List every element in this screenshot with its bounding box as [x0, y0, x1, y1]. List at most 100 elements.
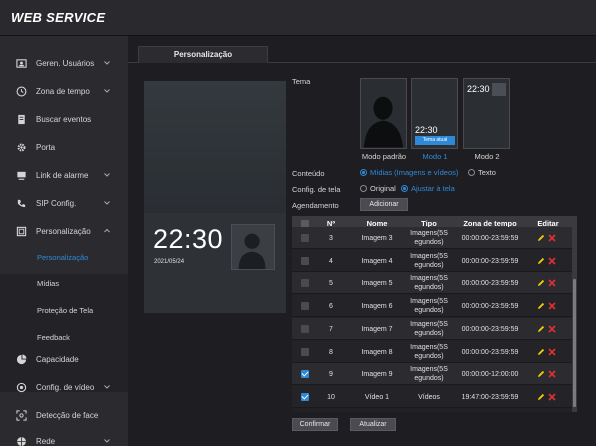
cell-time-zone: 00:00:00-23:59:59: [461, 280, 519, 288]
table-scrollbar[interactable]: [572, 231, 577, 412]
table-row[interactable]: 8 Imagem 8 Imagens(5S egundos) 00:00:00-23:…: [292, 340, 572, 363]
sidebar-item-capacity[interactable]: Capacidade: [0, 346, 128, 372]
edit-pencil-icon[interactable]: [537, 370, 545, 378]
submenu-feedback[interactable]: Feedback: [0, 326, 128, 348]
row-checkbox[interactable]: [301, 324, 309, 333]
delete-icon[interactable]: [548, 302, 556, 310]
frame-icon: [14, 224, 28, 238]
sidebar-item-search-events[interactable]: Buscar eventos: [0, 106, 128, 132]
row-checkbox[interactable]: [301, 279, 309, 288]
user-card-icon: [14, 56, 28, 70]
chevron-down-icon: [104, 385, 110, 389]
confirm-button[interactable]: Confirmar: [292, 418, 338, 431]
camera-icon: [14, 380, 28, 394]
cell-type: Imagens(5S egundos): [410, 366, 448, 383]
cell-number: 5: [329, 280, 333, 288]
network-icon: [14, 434, 28, 446]
cell-number: 8: [329, 348, 333, 356]
theme-mode2-label: Modo 2: [474, 152, 500, 161]
face-scan-icon: [14, 408, 28, 422]
edit-pencil-icon[interactable]: [537, 279, 545, 287]
edit-pencil-icon[interactable]: [537, 393, 545, 401]
table-row[interactable]: 5 Imagem 5 Imagens(5S egundos) 00:00:00-23:…: [292, 272, 572, 295]
submenu-personalization[interactable]: Personalização: [0, 246, 128, 268]
edit-pencil-icon[interactable]: [537, 234, 545, 242]
sidebar-item-time-zone[interactable]: Zona de tempo: [0, 78, 128, 104]
sidebar-item-sip-config[interactable]: SIP Config.: [0, 190, 128, 216]
schedule-table: Nº Nome Tipo Zona de tempo Editar 3 Image…: [292, 216, 577, 412]
tab-personalization[interactable]: Personalização: [138, 46, 268, 63]
radio-unselected-icon: [468, 169, 475, 176]
cell-type: Imagens(5S egundos): [410, 230, 448, 246]
preview-clock: 22:30: [153, 224, 224, 254]
sidebar-item-users[interactable]: Geren. Usuários: [0, 50, 128, 76]
sidebar-item-face-detection[interactable]: Detecção de face: [0, 402, 128, 428]
edit-pencil-icon[interactable]: [537, 348, 545, 356]
gear-icon: [14, 140, 28, 154]
table-row[interactable]: 7 Imagem 7 Imagens(5S egundos) 00:00:00-23:…: [292, 317, 572, 340]
schedule-label: Agendamento: [292, 201, 339, 210]
sidebar-item-door[interactable]: Porta: [0, 134, 128, 160]
theme-mode1-thumbnail[interactable]: 22:30 Tema atual: [411, 78, 458, 149]
chevron-down-icon: [104, 201, 110, 205]
sidebar-item-label: Porta: [36, 142, 56, 152]
delete-icon[interactable]: [548, 234, 556, 242]
refresh-button[interactable]: Atualizar: [350, 418, 396, 431]
cell-type: Imagens(5S egundos): [410, 275, 448, 292]
table-row[interactable]: 10 Vídeo 1 Vídeos 19:47:00-23:59:59: [292, 385, 572, 408]
radio-selected-icon: [360, 169, 367, 176]
table-row[interactable]: 3 Imagem 3 Imagens(5S egundos) 00:00:00-23:…: [292, 227, 572, 249]
sidebar-item-alarm-link[interactable]: Link de alarme: [0, 162, 128, 188]
sidebar-item-network[interactable]: Rede: [0, 428, 128, 446]
delete-icon[interactable]: [548, 393, 556, 401]
delete-icon[interactable]: [548, 370, 556, 378]
edit-pencil-icon[interactable]: [537, 302, 545, 310]
screen-option-original[interactable]: Original: [360, 184, 396, 193]
row-checkbox[interactable]: [301, 256, 309, 265]
row-checkbox[interactable]: [301, 347, 309, 356]
sidebar-item-video-config[interactable]: Config. de vídeo: [0, 374, 128, 400]
cell-name: Imagem 9: [361, 371, 393, 379]
delete-icon[interactable]: [548, 347, 556, 356]
row-checkbox[interactable]: [301, 302, 309, 311]
edit-pencil-icon[interactable]: [537, 325, 545, 333]
preview-media-area: [144, 81, 286, 213]
sidebar-item-personalization[interactable]: Personalização: [0, 218, 128, 244]
sidebar-item-label: SIP Config.: [36, 198, 77, 208]
radio-selected-icon: [401, 185, 408, 192]
submenu-screensaver[interactable]: Proteção de Tela: [0, 299, 128, 321]
theme-mode1-clock: 22:30: [415, 125, 438, 135]
add-button[interactable]: Adicionar: [360, 198, 408, 211]
table-row[interactable]: 6 Imagem 6 Imagens(5S egundos) 00:00:00-23:…: [292, 295, 572, 318]
chevron-down-icon: [104, 439, 110, 443]
delete-icon[interactable]: [548, 279, 556, 287]
cell-type: Imagens(5S egundos): [410, 320, 448, 337]
cell-number: 9: [329, 371, 333, 379]
sidebar-item-label: Config. de vídeo: [36, 382, 95, 392]
sidebar-item-label: Rede: [36, 436, 56, 446]
table-row[interactable]: 9 Imagem 9 Imagens(5S egundos) 00:00:00-12:…: [292, 363, 572, 386]
screen-option-fit[interactable]: Ajustar à tela: [401, 184, 455, 193]
table-row[interactable]: 4 Imagem 4 Imagens(5S egundos) 00:00:00-23:…: [292, 249, 572, 272]
edit-pencil-icon[interactable]: [537, 257, 545, 265]
submenu-media[interactable]: Mídias: [0, 272, 128, 294]
delete-icon[interactable]: [548, 325, 556, 333]
cell-name: Imagem 7: [361, 325, 393, 333]
scrollbar-thumb[interactable]: [573, 279, 576, 407]
delete-icon[interactable]: [548, 257, 556, 265]
chevron-down-icon: [104, 173, 110, 177]
preview-date: 2021/05/24: [154, 259, 185, 265]
cell-name: Imagem 5: [361, 280, 393, 288]
theme-mode2-thumbnail[interactable]: 22:30: [463, 78, 510, 149]
chevron-down-icon: [104, 89, 110, 93]
cell-time-zone: 00:00:00-23:59:59: [461, 325, 519, 333]
content-option-media[interactable]: Mídias (Imagens e vídeos): [360, 168, 458, 177]
row-checkbox[interactable]: [301, 392, 309, 401]
cell-time-zone: 00:00:00-23:59:59: [461, 348, 519, 356]
row-checkbox[interactable]: [301, 234, 309, 242]
cell-number: 10: [327, 393, 335, 401]
person-silhouette-icon: [363, 96, 404, 148]
row-checkbox[interactable]: [301, 370, 309, 379]
content-option-text[interactable]: Texto: [468, 168, 496, 177]
theme-default-thumbnail[interactable]: [360, 78, 407, 149]
